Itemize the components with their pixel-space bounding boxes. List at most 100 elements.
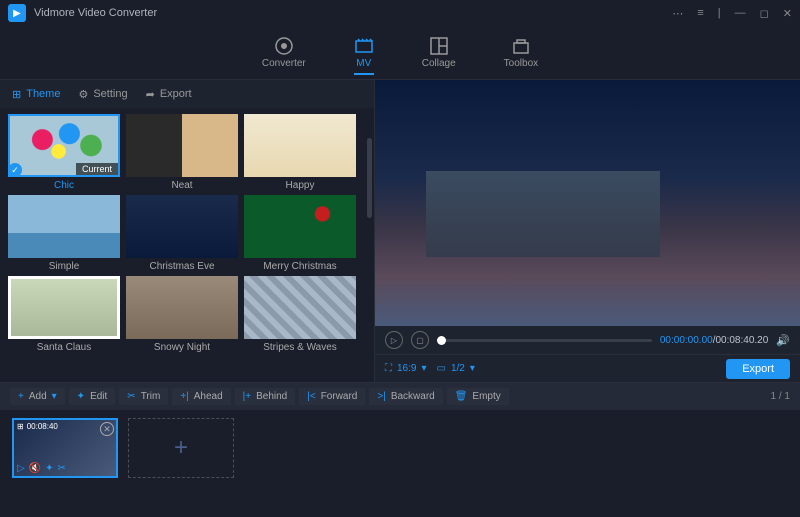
forward-icon: |<	[307, 391, 315, 402]
tool-label: Ahead	[194, 391, 223, 402]
theme-icon: ⊞	[12, 88, 21, 101]
theme-label: Happy	[286, 180, 315, 191]
theme-label: Stripes & Waves	[263, 342, 337, 353]
feedback-icon[interactable]: ⋯	[672, 7, 683, 20]
add-clip-button[interactable]: +	[128, 418, 234, 478]
plus-icon: +	[18, 391, 24, 402]
tool-label: Behind	[256, 391, 287, 402]
toolbox-icon	[511, 36, 531, 56]
stop-button[interactable]: ▢	[411, 331, 429, 349]
current-tag: Current	[76, 163, 118, 175]
theme-label: Merry Christmas	[263, 261, 336, 272]
page-indicator: 1 / 1	[771, 391, 790, 402]
theme-thumb-merry[interactable]	[244, 195, 356, 258]
theme-thumb-xmas-eve[interactable]	[126, 195, 238, 258]
nav-converter[interactable]: Converter	[262, 36, 306, 69]
menu-icon[interactable]: ≡	[697, 7, 703, 20]
aspect-value: 16:9	[397, 363, 416, 374]
theme-thumb-happy[interactable]	[244, 114, 356, 177]
themes-scrollbar[interactable]	[367, 138, 372, 218]
minimize-icon[interactable]: —	[735, 7, 746, 20]
close-icon[interactable]: ✕	[783, 7, 792, 20]
export-button[interactable]: Export	[726, 359, 790, 379]
empty-button[interactable]: 🗑 Empty	[447, 388, 509, 405]
theme-thumb-neat[interactable]	[126, 114, 238, 177]
clip-trim-icon[interactable]: ✂	[58, 463, 66, 474]
clip-remove-button[interactable]: ✕	[100, 422, 114, 436]
nav-label: Toolbox	[504, 58, 538, 69]
wand-icon: ✦	[77, 391, 85, 402]
collage-icon	[429, 36, 449, 56]
film-icon: ⊞	[17, 422, 24, 431]
theme-label: Santa Claus	[37, 342, 91, 353]
backward-icon: >|	[377, 391, 385, 402]
behind-button[interactable]: |+ Behind	[235, 388, 296, 405]
clip-play-icon[interactable]: ▷	[17, 463, 25, 474]
converter-icon	[274, 36, 294, 56]
mv-icon	[354, 36, 374, 56]
tool-label: Edit	[90, 391, 107, 402]
theme-label: Simple	[49, 261, 80, 272]
frame-value: 1/2	[451, 363, 465, 374]
backward-button[interactable]: >| Backward	[369, 388, 442, 405]
edit-button[interactable]: ✦ Edit	[69, 388, 116, 405]
forward-button[interactable]: |<Forward	[299, 388, 365, 405]
aspect-icon: ⛶	[385, 363, 392, 374]
clip-edit-icon[interactable]: ✦	[45, 463, 53, 474]
ahead-icon: +|	[180, 391, 188, 402]
check-icon: ✓	[8, 163, 22, 177]
frame-select[interactable]: ▭ 1/2 ▾	[437, 363, 475, 374]
ahead-button[interactable]: +| Ahead	[172, 388, 230, 405]
export-icon: ➦	[146, 88, 155, 101]
theme-label: Chic	[54, 180, 74, 191]
nav-toolbox[interactable]: Toolbox	[504, 36, 538, 69]
chevron-down-icon: ▾	[470, 363, 475, 374]
timeline-clip[interactable]: ⊞00:08:40 ✕ ▷ 🔇 ✦ ✂	[12, 418, 118, 478]
clip-duration: ⊞00:08:40	[17, 422, 58, 431]
app-title: Vidmore Video Converter	[34, 7, 157, 19]
frame-icon: ▭	[437, 363, 446, 374]
trash-icon: 🗑	[455, 391, 468, 402]
theme-thumb-chic[interactable]: Current ✓	[8, 114, 120, 177]
add-button[interactable]: + Add ▾	[10, 388, 65, 405]
subtab-export[interactable]: ➦ Export	[146, 88, 192, 101]
theme-thumb-snowy[interactable]	[126, 276, 238, 339]
scissors-icon: ✂	[127, 391, 135, 402]
chevron-down-icon: ▾	[52, 391, 57, 402]
time-total: /00:08:40.20	[713, 335, 769, 346]
tool-label: Empty	[472, 391, 500, 402]
app-logo: ▶	[8, 4, 26, 22]
aspect-ratio-select[interactable]: ⛶ 16:9 ▾	[385, 363, 427, 374]
maximize-icon[interactable]: ◻	[760, 7, 769, 20]
behind-icon: |+	[243, 391, 251, 402]
nav-mv[interactable]: MV	[354, 36, 374, 75]
tool-label: Add	[29, 391, 47, 402]
theme-label: Neat	[171, 180, 192, 191]
theme-label: Snowy Night	[154, 342, 210, 353]
subtab-label: Export	[160, 88, 192, 100]
theme-thumb-simple[interactable]	[8, 195, 120, 258]
subtab-theme[interactable]: ⊞ Theme	[12, 88, 60, 101]
volume-icon[interactable]: 🔊	[776, 334, 790, 347]
progress-handle[interactable]	[437, 336, 446, 345]
nav-label: Collage	[422, 58, 456, 69]
clip-mute-icon[interactable]: 🔇	[29, 463, 41, 474]
subtab-setting[interactable]: ⚙ Setting	[78, 88, 127, 101]
play-button[interactable]: ▷	[385, 331, 403, 349]
tool-label: Trim	[141, 391, 161, 402]
time-display: 00:00:00.00/00:08:40.20	[660, 335, 768, 346]
theme-thumb-stripes[interactable]	[244, 276, 356, 339]
subtab-label: Theme	[26, 88, 60, 100]
progress-bar[interactable]	[437, 339, 652, 342]
time-current: 00:00:00.00	[660, 335, 713, 346]
nav-label: MV	[356, 58, 371, 69]
divider: |	[718, 7, 721, 20]
tool-label: Backward	[391, 391, 435, 402]
trim-button[interactable]: ✂ Trim	[119, 388, 168, 405]
video-preview	[375, 80, 800, 326]
theme-thumb-santa[interactable]	[8, 276, 120, 339]
theme-label: Christmas Eve	[149, 261, 214, 272]
nav-collage[interactable]: Collage	[422, 36, 456, 69]
nav-label: Converter	[262, 58, 306, 69]
gear-icon: ⚙	[78, 88, 88, 101]
